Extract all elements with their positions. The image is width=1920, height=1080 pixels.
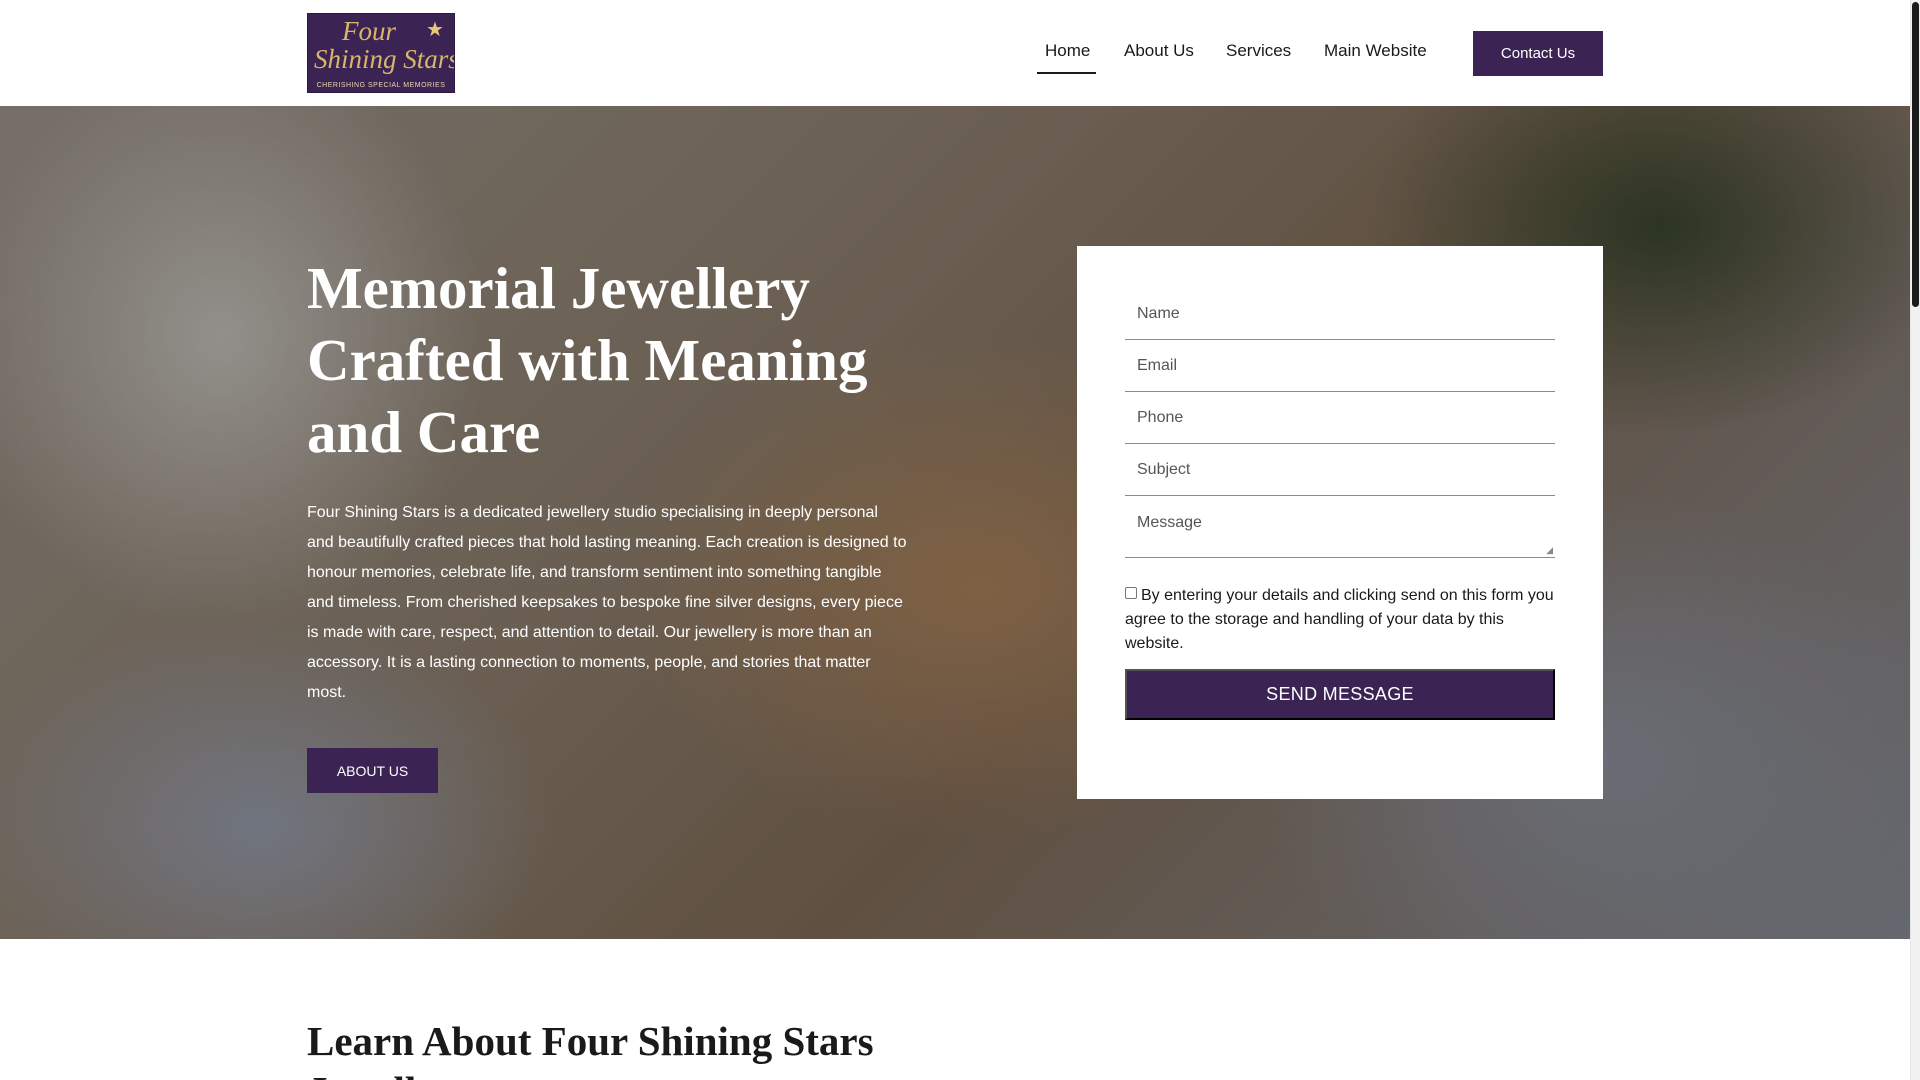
learn-about-heading: Learn About Four Shining Stars (307, 1018, 874, 1064)
name-placeholder: Name (1137, 304, 1180, 322)
nav-main-website[interactable]: Main Website (1324, 40, 1427, 62)
consent-row: By entering your details and clicking se… (1125, 584, 1557, 656)
nav-active-indicator (1037, 72, 1096, 74)
send-message-button[interactable]: SEND MESSAGE (1125, 669, 1555, 720)
logo-tagline: CHERISHING SPECIAL MEMORIES (316, 82, 446, 89)
learn-about-heading-line2: Jewellery (307, 1066, 473, 1080)
hero-section: Memorial Jewellery Crafted with Meaning … (0, 106, 1910, 939)
name-field[interactable]: Name (1125, 288, 1555, 340)
message-field[interactable]: Message ◢ (1125, 496, 1555, 558)
subject-placeholder: Subject (1137, 460, 1191, 478)
site-logo[interactable]: Four ★ Shining Stars CHERISHING SPECIAL … (307, 13, 455, 93)
nav-home[interactable]: Home (1045, 40, 1090, 62)
about-us-button[interactable]: ABOUT US (307, 748, 438, 793)
message-placeholder: Message (1137, 514, 1202, 531)
hero-background-image (0, 106, 1910, 939)
subject-field[interactable]: Subject (1125, 444, 1555, 496)
contact-form: Name Email Phone Subject Message ◢ By en… (1077, 246, 1603, 799)
nav-about-us[interactable]: About Us (1124, 40, 1194, 62)
hero-description: Four Shining Stars is a dedicated jewell… (307, 504, 907, 701)
phone-field[interactable]: Phone (1125, 392, 1555, 444)
page-scrollbar[interactable] (1910, 0, 1920, 1080)
logo-text-line1: Four (342, 16, 396, 46)
logo-text-line2: Shining Stars (314, 44, 455, 74)
star-icon: ★ (426, 19, 444, 41)
contact-us-button[interactable]: Contact Us (1473, 31, 1603, 76)
scrollbar-thumb[interactable] (1912, 2, 1919, 307)
email-placeholder: Email (1137, 356, 1178, 374)
nav-services[interactable]: Services (1226, 40, 1291, 62)
resize-handle-icon[interactable]: ◢ (1546, 546, 1553, 555)
site-header: Four ★ Shining Stars CHERISHING SPECIAL … (0, 0, 1910, 106)
email-field[interactable]: Email (1125, 340, 1555, 392)
hero-title: Memorial Jewellery Crafted with Meaning … (307, 255, 868, 465)
consent-checkbox[interactable] (1125, 587, 1137, 599)
consent-text: By entering your details and clicking se… (1125, 587, 1554, 652)
phone-placeholder: Phone (1137, 408, 1184, 426)
